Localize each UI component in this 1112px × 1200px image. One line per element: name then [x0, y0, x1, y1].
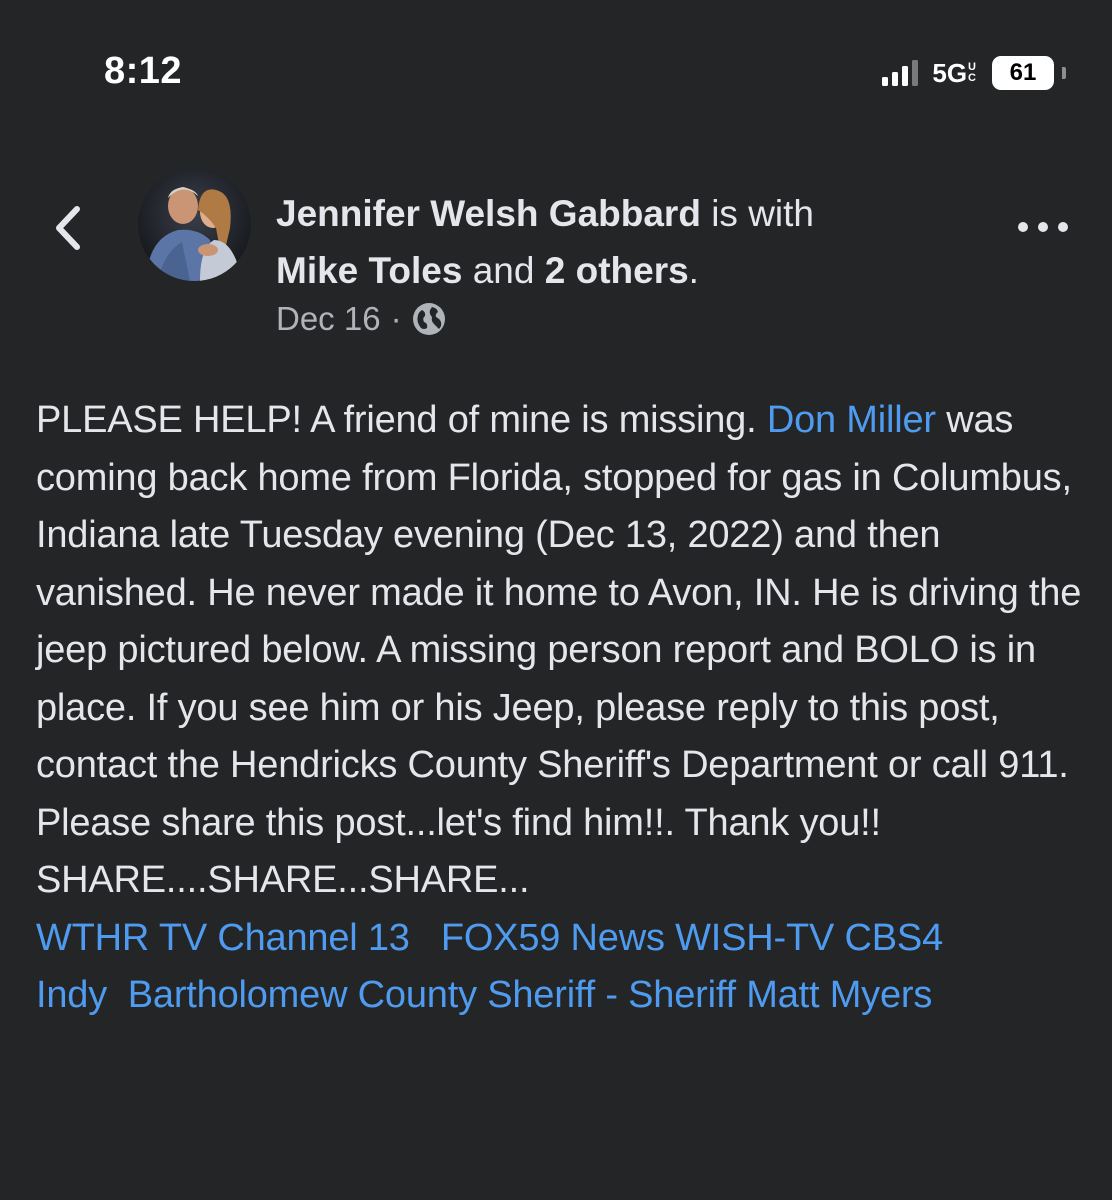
avatar[interactable]: [138, 168, 251, 281]
globe-icon: [412, 303, 445, 335]
chevron-left-icon: [56, 206, 80, 250]
tag-link[interactable]: WISH-TV: [675, 917, 834, 959]
battery-cap: [1062, 67, 1066, 79]
status-time: 8:12: [104, 50, 183, 92]
post-text-main: was coming back home from Florida, stopp…: [36, 399, 1082, 786]
share-request: Please share this post...let's find him!…: [36, 801, 881, 844]
network-label: 5G: [932, 57, 968, 88]
more-options-button[interactable]: [1018, 212, 1068, 242]
avatar-photo: [138, 168, 251, 281]
network-suffix-bottom: C: [968, 72, 976, 84]
period: .: [688, 250, 699, 291]
more-dot: [1018, 222, 1028, 232]
status-indicators: 5G U C 61: [882, 54, 1066, 92]
battery-icon: 61: [992, 56, 1054, 90]
mention-link[interactable]: Don Miller: [767, 399, 936, 441]
more-dot: [1058, 222, 1068, 232]
tagged-name[interactable]: Mike Toles: [276, 250, 462, 291]
post-date[interactable]: Dec 16: [276, 300, 381, 338]
share-repeat: SHARE....SHARE...SHARE...: [36, 859, 530, 901]
battery-level: 61: [1009, 59, 1037, 86]
meta-separator: ·: [390, 300, 402, 337]
tag-link[interactable]: Bartholomew County Sheriff - Sheriff Mat…: [128, 974, 933, 1016]
back-button[interactable]: [46, 200, 90, 256]
tag-link[interactable]: FOX59 News: [441, 917, 665, 959]
network-suffix: U C: [968, 62, 976, 84]
post-meta: Dec 16 ·: [276, 300, 446, 338]
network-indicator: 5G U C: [932, 58, 976, 89]
with-text: is with: [700, 193, 814, 234]
more-dot: [1038, 222, 1048, 232]
post-author-line: Jennifer Welsh Gabbard is with Mike Toles…: [276, 185, 976, 299]
post-text-intro: PLEASE HELP! A friend of mine is missing…: [36, 399, 767, 441]
tag-link[interactable]: WTHR TV Channel 13: [36, 917, 410, 959]
post-body: PLEASE HELP! A friend of mine is missing…: [36, 392, 1086, 1025]
signal-icon: [882, 60, 919, 86]
others-link[interactable]: 2 others: [545, 250, 689, 291]
and-text: and: [462, 250, 545, 291]
author-name[interactable]: Jennifer Welsh Gabbard: [276, 193, 701, 234]
